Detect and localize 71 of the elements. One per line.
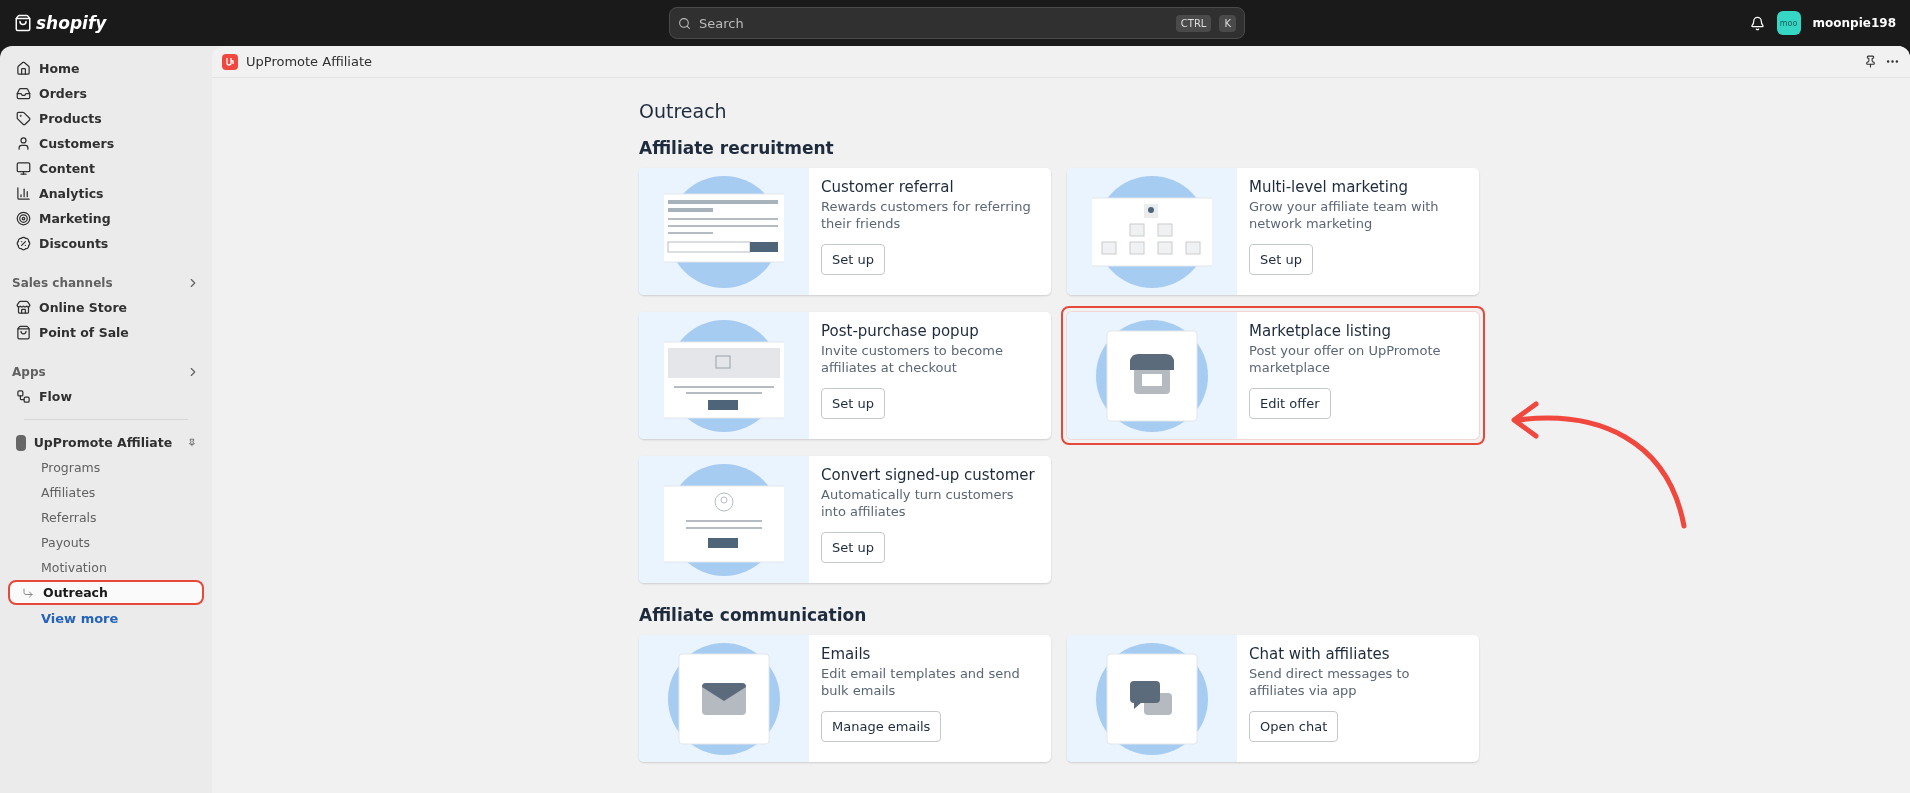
nav-icon bbox=[16, 161, 31, 176]
notification-icon[interactable] bbox=[1749, 15, 1765, 31]
card-button[interactable]: Set up bbox=[821, 244, 885, 275]
nav-item[interactable]: Products bbox=[8, 106, 204, 131]
card-button[interactable]: Set up bbox=[821, 388, 885, 419]
card-title: Convert signed-up customer bbox=[821, 466, 1036, 484]
search-field[interactable]: Search CTRL K bbox=[669, 7, 1245, 39]
keyboard-key: CTRL bbox=[1175, 14, 1212, 32]
card-title: Post-purchase popup bbox=[821, 322, 980, 340]
nav-item[interactable]: Online Store bbox=[8, 295, 204, 320]
nav-subitem[interactable]: Affiliates bbox=[8, 480, 204, 505]
nav-subitem[interactable]: Payouts bbox=[8, 530, 204, 555]
card-description: Send direct messages to affiliates via app bbox=[1249, 665, 1411, 700]
logo-text: shopify bbox=[36, 13, 107, 33]
section-title: Affiliate communication bbox=[639, 605, 868, 625]
card-description: Automatically turn customers into affiliates bbox=[821, 486, 1015, 521]
branch-icon bbox=[22, 586, 34, 599]
card-button[interactable]: Manage emails bbox=[821, 711, 942, 742]
nav-icon bbox=[16, 236, 31, 251]
nav-item[interactable]: Point of Sale bbox=[8, 320, 204, 345]
nav-item[interactable]: Customers bbox=[8, 131, 204, 156]
card-title: Customer referral bbox=[821, 178, 955, 196]
nav-icon bbox=[16, 186, 31, 201]
nav-subitem[interactable]: Programs bbox=[8, 455, 204, 480]
app-title: UpPromote Affiliate bbox=[246, 54, 372, 69]
section-heading: Apps bbox=[12, 364, 46, 379]
nav-item[interactable]: UpPromote Affiliate bbox=[8, 430, 204, 455]
nav-subitem[interactable]: Referrals bbox=[8, 505, 204, 530]
card-title: Emails bbox=[821, 645, 872, 663]
card-description: Edit email templates and send bulk emails bbox=[821, 665, 1021, 700]
card-button[interactable]: Open chat bbox=[1249, 711, 1339, 742]
card-description: Rewards customers for referring their friends bbox=[821, 198, 1032, 233]
card-description: Grow your affiliate team with network marketing bbox=[1249, 198, 1440, 233]
flow-icon bbox=[16, 389, 31, 404]
card-description: Post your offer on UpPromote marketplace bbox=[1249, 342, 1442, 377]
nav-item[interactable]: Orders bbox=[8, 81, 204, 106]
section-heading: Sales channels bbox=[12, 275, 113, 290]
nav-item[interactable]: Flow bbox=[8, 384, 204, 409]
nav-item[interactable]: Analytics bbox=[8, 181, 204, 206]
nav-item[interactable]: Discounts bbox=[8, 231, 204, 256]
card-button[interactable]: Set up bbox=[821, 532, 885, 563]
card-button[interactable]: Edit offer bbox=[1249, 388, 1331, 419]
app-logo-icon bbox=[222, 53, 238, 70]
section-title: Affiliate recruitment bbox=[639, 138, 835, 158]
nav-item[interactable]: Content bbox=[8, 156, 204, 181]
shopify-bag-icon bbox=[14, 14, 32, 32]
avatar[interactable]: moo bbox=[1776, 11, 1801, 35]
nav-subitem[interactable]: Outreach bbox=[8, 580, 204, 605]
nav-icon bbox=[16, 61, 31, 76]
nav-icon bbox=[16, 86, 31, 101]
page-title: Outreach bbox=[639, 100, 728, 122]
search-icon bbox=[678, 16, 691, 30]
app-icon bbox=[16, 434, 26, 451]
nav-icon bbox=[16, 211, 31, 226]
card-title: Marketplace listing bbox=[1249, 322, 1392, 340]
nav-subitem[interactable]: Motivation bbox=[8, 555, 204, 580]
nav-icon bbox=[16, 136, 31, 151]
nav-item[interactable]: Home bbox=[8, 56, 204, 81]
nav-item[interactable]: Marketing bbox=[8, 206, 204, 231]
nav-icon bbox=[16, 325, 31, 340]
keyboard-key: K bbox=[1219, 14, 1236, 32]
card-button[interactable]: Set up bbox=[1249, 244, 1313, 275]
pin-icon[interactable] bbox=[1864, 55, 1877, 68]
search-placeholder: Search bbox=[699, 15, 745, 31]
nav-icon bbox=[16, 300, 31, 315]
user-name[interactable]: moonpie198 bbox=[1812, 16, 1896, 30]
nav-icon bbox=[16, 111, 31, 126]
card-title: Chat with affiliates bbox=[1249, 645, 1391, 663]
card-description: Invite customers to become affiliates at checkout bbox=[821, 342, 1004, 377]
card-title: Multi-level marketing bbox=[1249, 178, 1409, 196]
view-more-link[interactable]: View more bbox=[8, 605, 204, 632]
